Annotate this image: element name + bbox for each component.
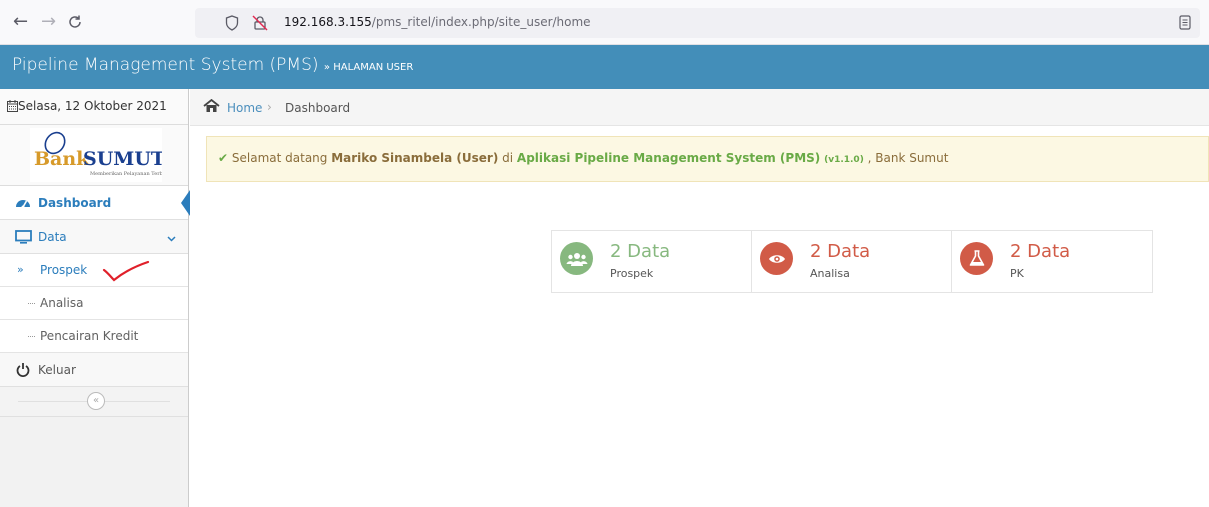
tachometer-icon [14,196,32,210]
stat-label: Prospek [610,267,654,280]
sidebar-item-label: Data [38,229,67,244]
address-bar[interactable]: 192.168.3.155/pms_ritel/index.php/site_u… [195,8,1200,38]
active-indicator [180,190,190,216]
tree-connector [28,336,35,337]
breadcrumb-home-link[interactable]: Home [227,101,262,115]
url-text[interactable]: 192.168.3.155/pms_ritel/index.php/site_u… [284,15,591,29]
date-display: Selasa, 12 Oktober 2021 [0,89,188,125]
chevron-down-icon [167,231,176,245]
eye-icon [760,242,793,275]
calendar-icon [7,100,18,115]
stat-label: Analisa [810,267,850,280]
sidebar-item-keluar[interactable]: Keluar [0,353,188,387]
breadcrumb-separator: › [267,100,272,114]
desktop-icon [14,229,32,244]
svg-text:Bank: Bank [34,148,90,170]
reader-view-icon[interactable] [1179,15,1191,33]
sidebar-item-data[interactable]: Data [0,220,188,254]
sidebar-collapse-row: « [0,387,188,417]
submenu-data: » Prospek Analisa Pencairan Kredit [0,254,188,353]
app-version: (v1.1.0) [824,155,864,165]
flask-icon [960,242,993,275]
stat-analisa[interactable]: 2 Data Analisa [752,231,952,292]
logo-container: Bank SUMUT Memberikan Pelayanan Terbaik [0,125,188,186]
sidebar-item-analisa[interactable]: Analisa [0,287,188,320]
sidebar-item-label: Pencairan Kredit [40,329,139,343]
welcome-message: ✔ Selamat datang Mariko Sinambela (User)… [218,151,949,165]
bank-sumut-logo: Bank SUMUT Memberikan Pelayanan Terbaik [30,128,171,182]
stats-panel: 2 Data Prospek 2 Data Analisa 2 Data PK [551,230,1153,293]
stat-value: 2 Data [610,241,671,262]
sidebar-item-prospek[interactable]: » Prospek [0,254,188,287]
page-subtitle: » HALAMAN USER [323,62,414,73]
date-text: Selasa, 12 Oktober 2021 [18,99,167,113]
double-angle-right-icon: » [17,263,24,276]
stat-prospek[interactable]: 2 Data Prospek [552,231,752,292]
svg-text:SUMUT: SUMUT [83,148,162,170]
sidebar-item-label: Prospek [40,263,88,277]
tree-connector [28,303,35,304]
insecure-lock-icon[interactable] [252,15,268,34]
user-name: Mariko Sinambela (User) [331,151,499,165]
stat-label: PK [1010,267,1024,280]
app-title[interactable]: Pipeline Management System (PMS) » HALAM… [12,55,413,75]
stat-pk[interactable]: 2 Data PK [952,231,1152,292]
sidebar-item-label: Keluar [38,362,76,377]
breadcrumb: Home › Dashboard [190,89,1209,126]
users-icon [560,242,593,275]
sidebar: Selasa, 12 Oktober 2021 Bank SUMUT Membe… [0,89,190,507]
welcome-alert: ✔ Selamat datang Mariko Sinambela (User)… [206,136,1209,182]
stat-value: 2 Data [1010,241,1071,262]
forward-button[interactable]: → [41,12,56,32]
shield-icon[interactable] [225,15,239,34]
back-button[interactable]: ← [13,12,28,32]
svg-text:Memberikan Pelayanan Terbaik: Memberikan Pelayanan Terbaik [90,171,162,177]
reload-button[interactable] [67,14,83,35]
app-navbar: Pipeline Management System (PMS) » HALAM… [0,45,1209,89]
power-icon [14,362,32,377]
sidebar-item-label: Dashboard [38,195,112,210]
breadcrumb-current: Dashboard [285,101,351,115]
sidebar-collapse-button[interactable]: « [87,392,105,410]
home-icon[interactable] [203,98,220,116]
browser-toolbar: ← → 192.168.3.155/pms_ritel/index.php/si… [0,0,1209,45]
sidebar-item-dashboard[interactable]: Dashboard [0,186,190,220]
sidebar-item-label: Analisa [40,296,84,310]
app-name: Aplikasi Pipeline Management System (PMS… [516,151,821,165]
sidebar-item-pencairan-kredit[interactable]: Pencairan Kredit [0,320,188,353]
stat-value: 2 Data [810,241,871,262]
check-icon: ✔ [218,151,229,165]
red-checkmark-annotation [102,260,150,285]
